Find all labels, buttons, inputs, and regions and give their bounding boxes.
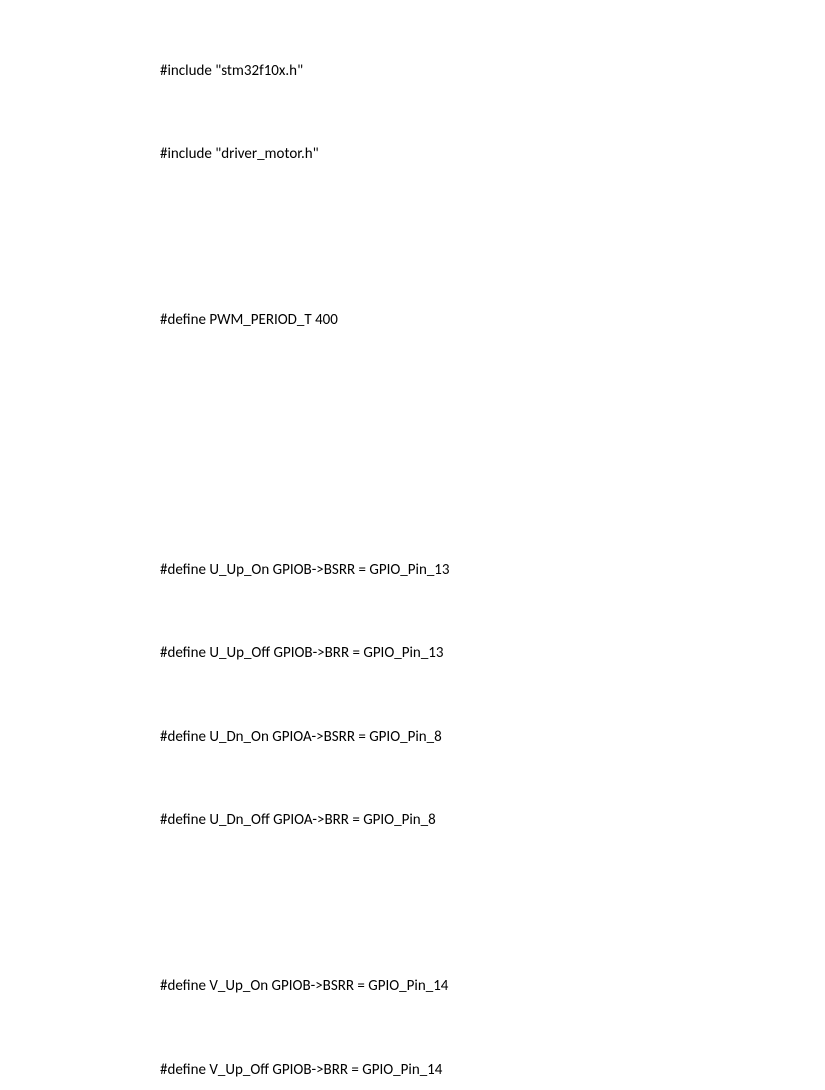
code-line (160, 474, 825, 502)
code-line: #define V_Up_Off GPIOB->BRR = GPIO_Pin_1… (160, 1057, 825, 1085)
code-line: #define U_Up_Off GPIOB->BRR = GPIO_Pin_1… (160, 640, 825, 668)
code-line: #define U_Dn_Off GPIOA->BRR = GPIO_Pin_8 (160, 807, 825, 835)
code-line: #include "stm32f10x.h" (160, 58, 825, 86)
code-line (160, 391, 825, 419)
code-line: #define PWM_PERIOD_T 400 (160, 307, 825, 335)
code-line: #define U_Dn_On GPIOA->BSRR = GPIO_Pin_8 (160, 724, 825, 752)
code-line (160, 890, 825, 918)
code-line (160, 224, 825, 252)
code-line: #define V_Up_On GPIOB->BSRR = GPIO_Pin_1… (160, 973, 825, 1001)
code-line: #define U_Up_On GPIOB->BSRR = GPIO_Pin_1… (160, 557, 825, 585)
code-line: #include "driver_motor.h" (160, 141, 825, 169)
code-content: #include "stm32f10x.h" #include "driver_… (160, 2, 825, 1090)
